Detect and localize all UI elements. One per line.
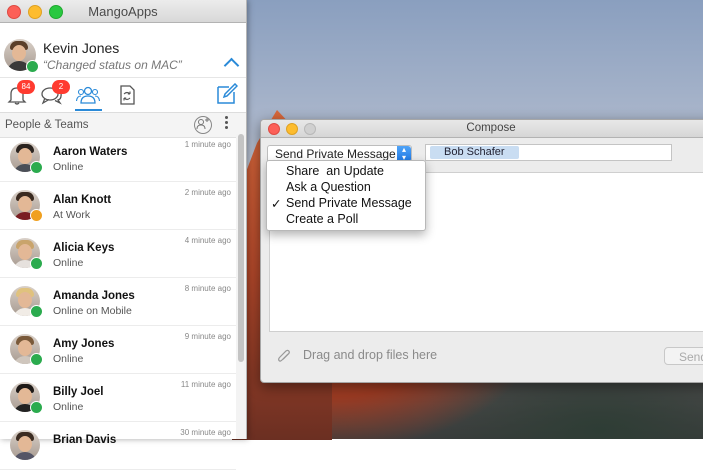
list-item[interactable]: Alan Knott At Work 2 minute ago bbox=[0, 182, 236, 230]
add-person-icon[interactable] bbox=[194, 116, 212, 134]
person-name: Brian Davis bbox=[53, 434, 117, 446]
current-user-status[interactable]: “Changed status on MAC” bbox=[43, 58, 182, 72]
recipient-token[interactable]: Bob Schafer bbox=[430, 146, 519, 159]
list-item[interactable]: Amanda Jones Online on Mobile 8 minute a… bbox=[0, 278, 236, 326]
person-name: Alicia Keys bbox=[53, 242, 115, 254]
send-button[interactable]: Send bbox=[664, 347, 703, 365]
more-options-icon[interactable] bbox=[225, 116, 228, 131]
presence-online-icon bbox=[30, 353, 43, 366]
notification-badge: 84 bbox=[17, 80, 35, 94]
section-title: People & Teams bbox=[5, 119, 89, 131]
person-name: Billy Joel bbox=[53, 386, 104, 398]
person-status: Online on Mobile bbox=[53, 305, 132, 317]
main-titlebar[interactable]: MangoApps bbox=[0, 0, 246, 23]
menu-item-create-poll[interactable]: Create a Poll bbox=[267, 212, 425, 228]
tab-notifications[interactable]: 84 bbox=[5, 80, 35, 106]
compose-icon bbox=[217, 82, 239, 104]
scrollbar-thumb[interactable] bbox=[238, 134, 244, 362]
last-seen-time: 9 minute ago bbox=[184, 332, 231, 341]
avatar bbox=[10, 238, 43, 270]
people-list-scrollbar[interactable] bbox=[236, 134, 246, 439]
people-list: Aaron Waters Online 1 minute ago Alan Kn… bbox=[0, 134, 236, 470]
tab-files[interactable] bbox=[115, 84, 139, 106]
presence-online-icon bbox=[30, 257, 43, 270]
last-seen-time: 4 minute ago bbox=[184, 236, 231, 245]
presence-away-icon bbox=[30, 209, 43, 222]
avatar bbox=[10, 286, 43, 318]
compose-button[interactable] bbox=[216, 82, 239, 105]
person-name: Amy Jones bbox=[53, 338, 115, 350]
presence-online-icon bbox=[26, 60, 39, 73]
person-name: Amanda Jones bbox=[53, 290, 135, 302]
avatar bbox=[10, 430, 40, 460]
compose-window: Compose Send Private Message ▴ ▾ Bob Scha… bbox=[260, 119, 703, 383]
avatar bbox=[10, 190, 43, 222]
avatar bbox=[10, 382, 43, 414]
current-user-avatar[interactable] bbox=[4, 39, 39, 73]
current-user-name: Kevin Jones bbox=[43, 40, 120, 56]
last-seen-time: 1 minute ago bbox=[184, 140, 231, 149]
checkmark-icon: ✓ bbox=[271, 197, 282, 211]
tab-conversations[interactable]: 2 bbox=[40, 80, 70, 106]
paperclip-icon[interactable] bbox=[277, 349, 291, 365]
person-status: At Work bbox=[53, 209, 91, 221]
person-name: Aaron Waters bbox=[53, 146, 128, 158]
people-icon bbox=[75, 86, 101, 104]
menu-item-send-private-message[interactable]: ✓ Send Private Message bbox=[267, 196, 425, 212]
current-user-header: Kevin Jones “Changed status on MAC” bbox=[0, 23, 246, 78]
window-title: Compose bbox=[466, 122, 516, 134]
message-badge: 2 bbox=[52, 80, 70, 94]
list-item[interactable]: Aaron Waters Online 1 minute ago bbox=[0, 134, 236, 182]
list-item[interactable]: Amy Jones Online 9 minute ago bbox=[0, 326, 236, 374]
list-item[interactable]: Brian Davis 30 minute ago bbox=[0, 422, 236, 470]
post-type-menu: Share an Update Ask a Question ✓ Send Pr… bbox=[266, 160, 426, 231]
mangoapps-window: MangoApps Kevin Jones “Changed status on… bbox=[0, 0, 247, 470]
drop-zone-hint: Drag and drop files here bbox=[303, 348, 438, 362]
person-status: Online bbox=[53, 257, 84, 269]
person-status: Online bbox=[53, 161, 84, 173]
last-seen-time: 8 minute ago bbox=[184, 284, 231, 293]
presence-online-icon bbox=[30, 161, 43, 174]
post-type-value: Send Private Message bbox=[275, 147, 396, 161]
presence-online-icon bbox=[30, 401, 43, 414]
list-item[interactable]: Alicia Keys Online 4 minute ago bbox=[0, 230, 236, 278]
menu-item-share-update[interactable]: Share an Update bbox=[267, 164, 425, 180]
avatar bbox=[10, 334, 43, 366]
last-seen-time: 30 minute ago bbox=[180, 428, 231, 437]
active-tab-indicator bbox=[75, 109, 102, 111]
list-item[interactable]: Billy Joel Online 11 minute ago bbox=[0, 374, 236, 422]
last-seen-time: 11 minute ago bbox=[180, 380, 231, 389]
main-tabs: 84 2 bbox=[0, 78, 246, 113]
compose-titlebar[interactable]: Compose bbox=[261, 120, 703, 138]
tab-people[interactable] bbox=[75, 84, 101, 106]
window-title: MangoApps bbox=[88, 4, 158, 19]
avatar bbox=[10, 142, 43, 174]
menu-item-ask-question[interactable]: Ask a Question bbox=[267, 180, 425, 196]
last-seen-time: 2 minute ago bbox=[184, 188, 231, 197]
chevron-up-icon[interactable] bbox=[223, 57, 240, 74]
person-name: Alan Knott bbox=[53, 194, 112, 206]
document-sync-icon bbox=[120, 85, 135, 105]
person-status: Online bbox=[53, 401, 84, 413]
person-status: Online bbox=[53, 353, 84, 365]
presence-mobile-icon bbox=[30, 305, 43, 318]
recipient-field[interactable]: Bob Schafer bbox=[425, 144, 672, 161]
